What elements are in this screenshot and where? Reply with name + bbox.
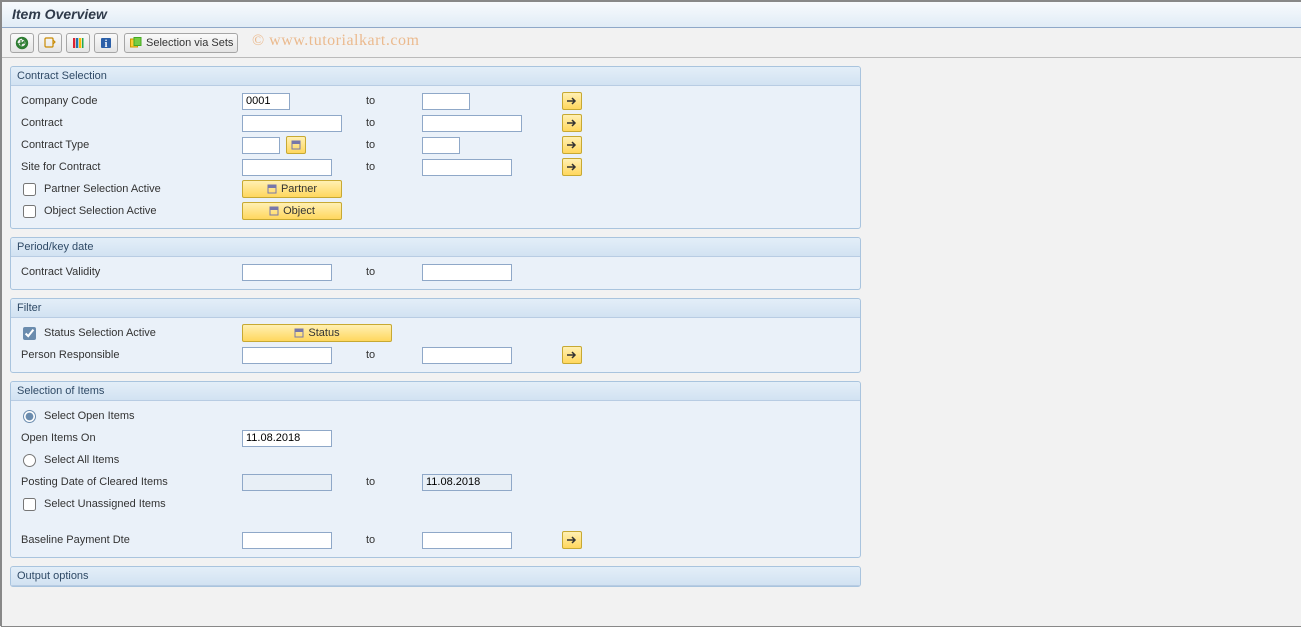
baseline-to-input[interactable] (422, 532, 512, 549)
to-label: to (362, 349, 422, 361)
object-selection-label: Object Selection Active (44, 205, 157, 217)
filter-title: Filter (11, 299, 860, 318)
validity-label: Contract Validity (17, 266, 242, 278)
open-on-label: Open Items On (17, 432, 242, 444)
items-group: Selection of Items Select Open Items Ope… (10, 381, 861, 558)
search-help-icon (291, 140, 301, 150)
person-label: Person Responsible (17, 349, 242, 361)
arrow-right-icon (566, 140, 578, 150)
object-button[interactable]: Object (242, 202, 342, 220)
arrow-right-icon (566, 162, 578, 172)
arrow-right-icon (566, 535, 578, 545)
contract-multi-button[interactable] (562, 114, 582, 132)
contract-type-from-input[interactable] (242, 137, 280, 154)
to-label: to (362, 266, 422, 278)
contract-label: Contract (17, 117, 242, 129)
arrow-right-icon (566, 118, 578, 128)
contract-type-to-input[interactable] (422, 137, 460, 154)
posting-date-from-input[interactable] (242, 474, 332, 491)
contract-type-multi-button[interactable] (562, 136, 582, 154)
site-label: Site for Contract (17, 161, 242, 173)
page-title: Item Overview (2, 2, 1301, 28)
stripes-icon (71, 36, 85, 50)
open-on-input[interactable] (242, 430, 332, 447)
application-toolbar: i Selection via Sets © www.tutorialkart.… (2, 28, 1301, 58)
validity-to-input[interactable] (422, 264, 512, 281)
expand-icon (267, 184, 277, 194)
contract-type-label: Contract Type (17, 139, 242, 151)
to-label: to (362, 95, 422, 107)
open-items-radio[interactable] (23, 410, 36, 423)
variant-icon (43, 36, 57, 50)
sets-icon (129, 36, 143, 50)
status-selection-label: Status Selection Active (44, 327, 156, 339)
execute-button[interactable] (10, 33, 34, 53)
to-label: to (362, 161, 422, 173)
partner-button[interactable]: Partner (242, 180, 342, 198)
arrow-right-icon (566, 350, 578, 360)
baseline-label: Baseline Payment Dte (17, 534, 242, 546)
posting-date-label: Posting Date of Cleared Items (17, 476, 242, 488)
company-code-to-input[interactable] (422, 93, 470, 110)
period-title: Period/key date (11, 238, 860, 257)
selection-via-sets-label: Selection via Sets (146, 37, 233, 49)
to-label: to (362, 476, 422, 488)
unassigned-label: Select Unassigned Items (44, 498, 166, 510)
object-selection-checkbox[interactable] (23, 205, 36, 218)
site-multi-button[interactable] (562, 158, 582, 176)
open-items-label: Select Open Items (44, 410, 135, 422)
baseline-multi-button[interactable] (562, 531, 582, 549)
contract-from-input[interactable] (242, 115, 342, 132)
validity-from-input[interactable] (242, 264, 332, 281)
arrow-right-icon (566, 96, 578, 106)
person-multi-button[interactable] (562, 346, 582, 364)
color-legend-button[interactable] (66, 33, 90, 53)
contract-selection-group: Contract Selection Company Code to Contr… (10, 66, 861, 229)
company-code-label: Company Code (17, 95, 242, 107)
all-items-radio[interactable] (23, 454, 36, 467)
site-from-input[interactable] (242, 159, 332, 176)
to-label: to (362, 534, 422, 546)
posting-date-to-input[interactable] (422, 474, 512, 491)
site-to-input[interactable] (422, 159, 512, 176)
get-variant-button[interactable] (38, 33, 62, 53)
partner-selection-checkbox[interactable] (23, 183, 36, 196)
unassigned-checkbox[interactable] (23, 498, 36, 511)
output-group: Output options (10, 566, 861, 587)
status-button-label: Status (308, 327, 339, 339)
object-button-label: Object (283, 205, 315, 217)
expand-icon (269, 206, 279, 216)
to-label: to (362, 139, 422, 151)
baseline-from-input[interactable] (242, 532, 332, 549)
info-button[interactable]: i (94, 33, 118, 53)
person-from-input[interactable] (242, 347, 332, 364)
svg-text:i: i (105, 39, 108, 50)
all-items-label: Select All Items (44, 454, 119, 466)
period-group: Period/key date Contract Validity to (10, 237, 861, 290)
partner-selection-label: Partner Selection Active (44, 183, 161, 195)
filter-group: Filter Status Selection Active Status Pe… (10, 298, 861, 373)
status-selection-checkbox[interactable] (23, 327, 36, 340)
to-label: to (362, 117, 422, 129)
contract-selection-title: Contract Selection (11, 67, 860, 86)
person-to-input[interactable] (422, 347, 512, 364)
status-button[interactable]: Status (242, 324, 392, 342)
partner-button-label: Partner (281, 183, 317, 195)
expand-icon (294, 328, 304, 338)
output-title: Output options (11, 567, 860, 586)
contract-type-f4-button[interactable] (286, 136, 306, 154)
company-code-multi-button[interactable] (562, 92, 582, 110)
items-title: Selection of Items (11, 382, 860, 401)
info-icon: i (99, 36, 113, 50)
selection-via-sets-button[interactable]: Selection via Sets (124, 33, 238, 53)
contract-to-input[interactable] (422, 115, 522, 132)
company-code-from-input[interactable] (242, 93, 290, 110)
watermark-text: © www.tutorialkart.com (252, 32, 419, 50)
